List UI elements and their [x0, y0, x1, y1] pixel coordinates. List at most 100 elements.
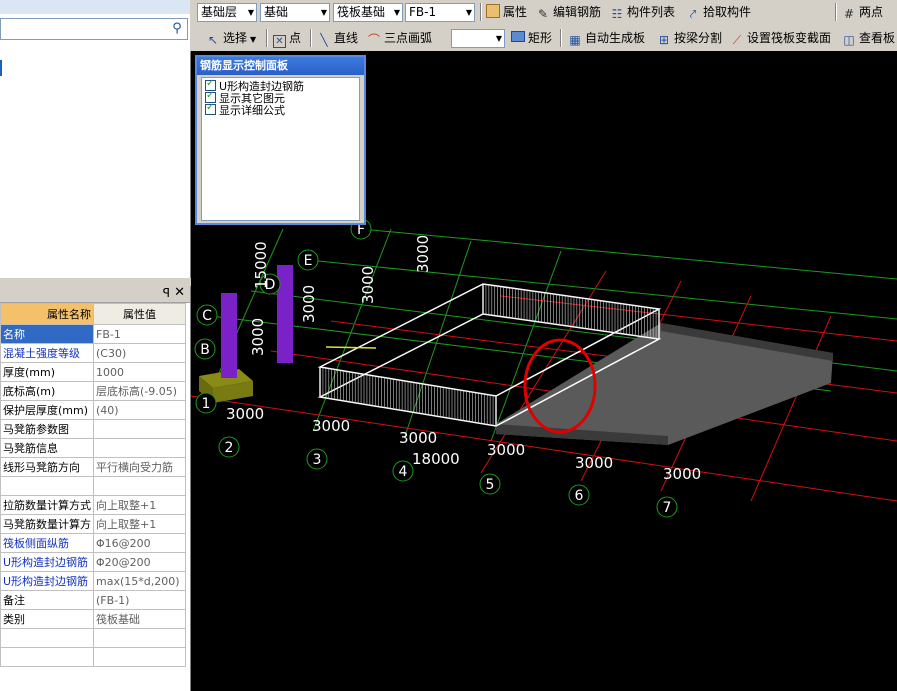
- rebar-option-checkbox[interactable]: 显示其它图元: [205, 90, 285, 105]
- property-value[interactable]: [93, 647, 186, 667]
- side-dimension-label: 3000: [300, 285, 318, 323]
- rebar-option-checkbox[interactable]: 显示详细公式: [205, 102, 285, 117]
- property-row[interactable]: 马凳筋数量计算方 向上取整+1: [0, 514, 186, 534]
- property-row[interactable]: 厚度(mm) 1000: [0, 362, 186, 382]
- property-name: 厚度(mm): [0, 362, 94, 382]
- pick-component-button[interactable]: ⤤ 拾取构件: [686, 2, 751, 22]
- side-dimension-label: 3000: [249, 318, 267, 356]
- two-point-button[interactable]: # 两点: [842, 2, 883, 22]
- rect-label: 矩形: [528, 31, 553, 45]
- rebar-option-checkbox[interactable]: U形构造封边钢筋: [205, 78, 304, 93]
- pin-icon[interactable]: ꟼ: [163, 286, 170, 300]
- element-select-value: FB-1: [409, 5, 437, 19]
- property-row[interactable]: U形构造封边钢筋 Φ20@200: [0, 552, 186, 572]
- property-row[interactable]: [0, 628, 186, 648]
- checkbox-checked-icon[interactable]: [205, 102, 216, 115]
- type-select[interactable]: 筏板基础 ▼: [333, 3, 403, 22]
- properties-label: 属性: [503, 5, 528, 19]
- toolbar-separator: [480, 3, 482, 21]
- view-icon: ◫: [843, 33, 855, 47]
- tree-header: [0, 0, 190, 14]
- property-value[interactable]: [93, 628, 186, 648]
- rect-icon: [511, 31, 525, 42]
- property-value[interactable]: 筏板基础: [93, 609, 186, 629]
- property-row[interactable]: [0, 647, 186, 667]
- property-value[interactable]: 1000: [93, 362, 186, 382]
- two-point-label: 两点: [859, 5, 884, 19]
- property-row[interactable]: 线形马凳筋方向 平行横向受力筋: [0, 457, 186, 477]
- property-value[interactable]: Φ20@200: [93, 552, 186, 572]
- property-table: 属性名称 属性值 名称 FB-1 混凝土强度等级 (C30) 厚度(mm) 1000 底标高…: [0, 303, 186, 667]
- property-row[interactable]: 拉筋数量计算方式 向上取整+1: [0, 495, 186, 515]
- property-row[interactable]: 混凝土强度等级 (C30): [0, 343, 186, 363]
- splitter[interactable]: [0, 278, 190, 286]
- property-row[interactable]: 类别 筏板基础: [0, 609, 186, 629]
- edit-rebar-button[interactable]: ✎ 编辑钢筋: [536, 2, 601, 22]
- axis-number-label: 6: [575, 488, 584, 504]
- grid-axis-icon: #: [843, 7, 855, 21]
- property-row[interactable]: 备注 (FB-1): [0, 590, 186, 610]
- line-label: 直线: [334, 31, 359, 45]
- property-name: 筏板侧面纵筋: [0, 533, 94, 553]
- axis-number-label: 2: [225, 440, 234, 456]
- property-value[interactable]: (40): [93, 400, 186, 420]
- arc-button[interactable]: ⌒ 三点画弧: [367, 28, 432, 48]
- property-row[interactable]: 筏板侧面纵筋 Φ16@200: [0, 533, 186, 553]
- properties-button[interactable]: 属性: [486, 2, 527, 22]
- rebar-control-panel-title: 钢筋显示控制面板: [197, 57, 364, 75]
- property-value[interactable]: max(15*d,200): [93, 571, 186, 591]
- line-button[interactable]: ╲ 直线: [317, 28, 358, 48]
- eyedropper-icon: ⤤: [689, 7, 697, 21]
- 3d-viewport[interactable]: FEDCB1234567 3000 3000 3000 3000 3000 3000 180…: [191, 51, 897, 691]
- element-select[interactable]: FB-1 ▼: [405, 3, 475, 22]
- set-slope-button[interactable]: ⟋ 设置筏板变截面: [730, 28, 831, 48]
- property-value[interactable]: 层底标高(-9.05): [93, 381, 186, 401]
- property-row[interactable]: 名称 FB-1: [0, 324, 186, 344]
- property-value[interactable]: [93, 419, 186, 439]
- auto-generate-button[interactable]: ▦ 自动生成板: [568, 28, 645, 48]
- property-value[interactable]: (FB-1): [93, 590, 186, 610]
- raft-slab-shade: [496, 323, 833, 445]
- property-value[interactable]: [93, 476, 186, 496]
- split-by-beam-label: 按梁分割: [674, 31, 723, 45]
- bottom-dimension-label: 3000: [663, 465, 701, 483]
- side-dimension-label: 3000: [414, 235, 432, 273]
- view-slab-button[interactable]: ◫ 查看板: [842, 28, 895, 48]
- floor-select[interactable]: 基础层 ▼: [197, 3, 257, 22]
- property-value[interactable]: [93, 438, 186, 458]
- property-value[interactable]: Φ16@200: [93, 533, 186, 553]
- toolbar-separator: [266, 29, 268, 47]
- property-value[interactable]: 平行横向受力筋: [93, 457, 186, 477]
- draw-toolbar: ↖ 选择 ▼ ✕ 点 ╲ 直线 ⌒ 三点画弧 ▼ 矩形 ▦ 自动生成板 ⊞ 按梁分割 ⟋ 设置筏…: [190, 26, 897, 52]
- chevron-down-icon: ▼: [495, 34, 502, 43]
- component-list-button[interactable]: ☷ 构件列表: [610, 2, 675, 22]
- property-row[interactable]: 马凳筋信息: [0, 438, 186, 458]
- property-row[interactable]: [0, 476, 186, 496]
- point-button[interactable]: ✕ 点: [273, 28, 301, 48]
- property-value[interactable]: 向上取整+1: [93, 514, 186, 534]
- floor-select-value: 基础层: [201, 5, 238, 19]
- toolbar-separator: [560, 29, 562, 47]
- property-name: 备注: [0, 590, 94, 610]
- property-value[interactable]: FB-1: [93, 324, 186, 344]
- tree-search-input[interactable]: ⚲: [0, 18, 188, 40]
- axis-number-label: 7: [663, 500, 672, 516]
- properties-icon: [486, 4, 500, 18]
- close-icon[interactable]: ✕: [174, 285, 185, 300]
- property-value[interactable]: (C30): [93, 343, 186, 363]
- split-by-beam-button[interactable]: ⊞ 按梁分割: [657, 28, 722, 48]
- property-panel-titlebar: ꟼ ✕: [0, 285, 190, 303]
- category-select[interactable]: 基础 ▼: [260, 3, 330, 22]
- property-row[interactable]: 马凳筋参数图: [0, 419, 186, 439]
- search-icon[interactable]: ⚲: [169, 21, 185, 37]
- split-icon: ⊞: [658, 33, 670, 47]
- select-button[interactable]: ↖ 选择 ▼: [206, 28, 256, 48]
- yellow-marker: [325, 346, 377, 349]
- select-label: 选择: [223, 31, 248, 45]
- arc-mode-select[interactable]: ▼: [451, 29, 505, 48]
- property-row[interactable]: 保护层厚度(mm) (40): [0, 400, 186, 420]
- rect-button[interactable]: 矩形: [511, 28, 552, 48]
- property-row[interactable]: 底标高(m) 层底标高(-9.05): [0, 381, 186, 401]
- property-value[interactable]: 向上取整+1: [93, 495, 186, 515]
- property-row[interactable]: U形构造封边钢筋 max(15*d,200): [0, 571, 186, 591]
